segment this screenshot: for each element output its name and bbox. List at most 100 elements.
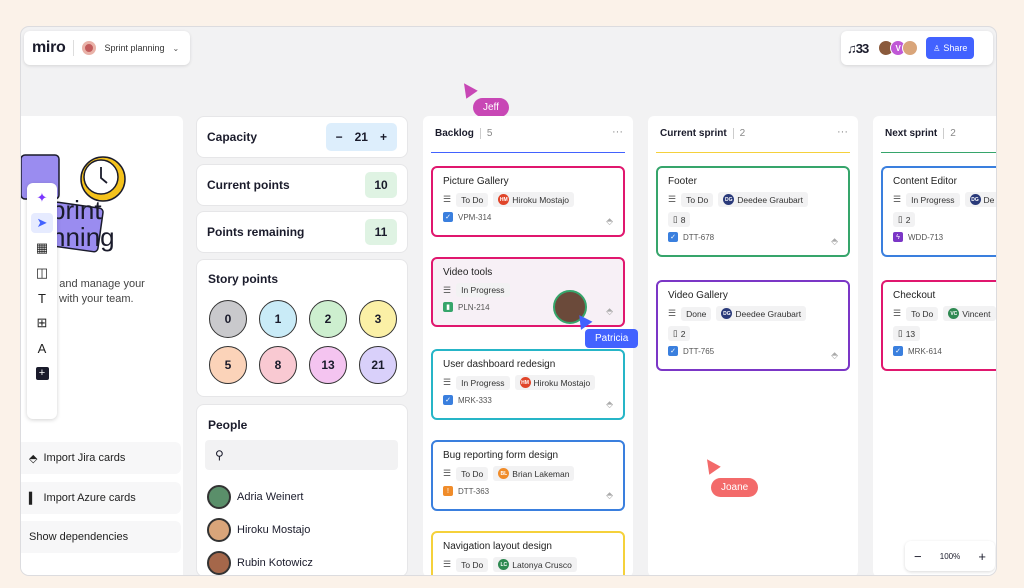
assignee-chip[interactable]: DG De — [964, 192, 996, 207]
card-content-editor[interactable]: Content Editor ☰ In Progress DG De ▯ 2 ϟ WD… — [881, 166, 996, 257]
story-point-chip[interactable]: 13 — [309, 346, 347, 384]
status-text: In Progress — [911, 194, 955, 205]
ellipsis-icon[interactable]: ··· — [612, 126, 623, 138]
assignee-chip[interactable]: LC Latonya Crusco — [493, 557, 577, 572]
pen-icon[interactable]: A — [31, 338, 53, 358]
title-line: print — [51, 195, 102, 225]
collaboration-bar: ♫33 V ♙ Share — [841, 31, 993, 65]
points-chip[interactable]: ▯ 13 — [893, 326, 921, 341]
card-footer[interactable]: Footer ☰ To Do DG Deedee Graubart ▯ 8 ✓ DTT… — [656, 166, 850, 257]
text-icon[interactable]: T — [31, 288, 53, 308]
card-icon: ▯ — [898, 328, 903, 338]
status-chip[interactable]: Done — [681, 306, 712, 321]
story-point-chip[interactable]: 1 — [259, 300, 297, 338]
card-id: DTT-765 — [683, 346, 715, 356]
story-point-chip[interactable]: 8 — [259, 346, 297, 384]
zoom-level[interactable]: 100% — [940, 552, 960, 561]
jira-icon: ⬘ — [29, 452, 38, 465]
story-points-label: Story points — [208, 272, 279, 286]
points-value: 8 — [680, 214, 686, 225]
status-text: Done — [686, 308, 707, 319]
avatar: HM — [519, 377, 531, 388]
increase-button[interactable]: + — [380, 130, 387, 144]
capacity-stepper[interactable]: − 21 + — [325, 123, 397, 151]
status-chip[interactable]: In Progress — [456, 375, 510, 390]
jira-icon: ⬘ — [606, 216, 613, 226]
shapes-icon[interactable]: ⊞ — [31, 313, 53, 333]
show-dependencies-button[interactable]: Show dependencies — [21, 521, 181, 553]
collaborator-avatars[interactable]: V — [878, 40, 919, 56]
column-title: Backlog — [435, 128, 474, 139]
status-text: To Do — [461, 559, 484, 570]
templates-icon[interactable]: ▦ — [31, 238, 53, 258]
sticky-note-icon[interactable]: ◫ — [31, 263, 53, 283]
card-icon: ▯ — [898, 214, 903, 224]
ai-sparkle-icon[interactable]: ✦ — [31, 188, 53, 208]
card-picture-gallery[interactable]: Picture Gallery ☰ To Do HM Hiroku Mostajo… — [431, 166, 625, 237]
person-item[interactable]: Rubin Kotowicz — [207, 551, 313, 575]
status-chip[interactable]: To Do — [456, 557, 489, 572]
status-chip[interactable]: To Do — [681, 192, 714, 207]
status-chip[interactable]: To Do — [906, 306, 939, 321]
assignee-name: Deedee Graubart — [737, 194, 803, 205]
points-remaining-label: Points remaining — [207, 225, 305, 239]
card-title: Checkout — [893, 290, 936, 301]
card-video-tools[interactable]: Video tools ☰ In Progress ▮ PLN-214 ⬘ — [431, 257, 625, 327]
status-text: To Do — [461, 194, 484, 205]
status-chip[interactable]: In Progress — [906, 192, 960, 207]
ellipsis-icon[interactable]: ··· — [837, 126, 848, 138]
status-chip[interactable]: To Do — [456, 192, 489, 207]
current-points-label: Current points — [207, 178, 290, 192]
card-bug-reporting[interactable]: Bug reporting form design ☰ To Do BL Bria… — [431, 440, 625, 511]
card-navigation-layout[interactable]: Navigation layout design ☰ To Do LC Laton… — [431, 531, 625, 575]
avatar: DG — [721, 308, 733, 319]
assignee-chip[interactable]: DG Deedee Graubart — [718, 192, 808, 207]
assignee-chip[interactable]: HM Hiroku Mostajo — [493, 192, 574, 207]
status-chip[interactable]: To Do — [456, 466, 489, 481]
status-text: In Progress — [461, 285, 505, 295]
card-video-gallery[interactable]: Video Gallery ☰ Done DG Deedee Graubart ▯… — [656, 280, 850, 371]
share-button[interactable]: ♙ Share — [926, 37, 975, 59]
avatar — [207, 551, 231, 575]
miro-board-window: miro Sprint planning ⌄ ♫33 V ♙ Share Jef… — [20, 26, 997, 576]
points-remaining-card: Points remaining 11 — [196, 211, 408, 253]
assignee-name: De — [983, 194, 995, 205]
assignee-chip[interactable]: BL Brian Lakeman — [493, 466, 575, 481]
people-search-input[interactable]: ⚲ — [205, 440, 398, 470]
story-point-chip[interactable]: 5 — [209, 346, 247, 384]
zoom-out-button[interactable]: − — [914, 549, 922, 564]
lines-icon: ☰ — [443, 468, 452, 478]
points-chip[interactable]: ▯ 2 — [668, 326, 691, 341]
description-line: with your team. — [59, 293, 134, 305]
assignee-chip[interactable]: HM Hiroku Mostajo — [514, 375, 596, 390]
import-azure-button[interactable]: ▍ Import Azure cards — [21, 482, 181, 514]
story-point-chip[interactable]: 0 — [209, 300, 247, 338]
points-chip[interactable]: ▯ 8 — [668, 212, 691, 227]
board-description: e, and manage your with your team. — [47, 277, 145, 307]
story-point-chip[interactable]: 3 — [359, 300, 397, 338]
chevron-down-icon[interactable]: ⌄ — [173, 44, 180, 53]
assignee-chip[interactable]: VC Vincent — [943, 306, 996, 321]
zoom-in-button[interactable]: + — [978, 549, 986, 564]
miro-logo[interactable]: miro — [32, 39, 66, 57]
status-chip[interactable]: In Progress — [456, 283, 510, 297]
person-item[interactable]: Adria Weinert — [207, 485, 303, 509]
add-more-icon[interactable]: + — [31, 363, 53, 383]
select-cursor-icon[interactable]: ➤ — [31, 213, 53, 233]
reactions-icon[interactable]: ♫33 — [847, 41, 869, 56]
points-value: 13 — [905, 328, 916, 339]
card-user-dashboard[interactable]: User dashboard redesign ☰ In Progress HM… — [431, 349, 625, 420]
decrease-button[interactable]: − — [336, 130, 343, 144]
assignee-chip[interactable]: DG Deedee Graubart — [716, 306, 807, 321]
story-point-chip[interactable]: 21 — [359, 346, 397, 384]
import-jira-button[interactable]: ⬘ Import Jira cards — [21, 442, 181, 474]
checkbox-icon: ✓ — [668, 232, 678, 242]
person-name: Hiroku Mostajo — [237, 524, 311, 536]
column-divider — [881, 152, 996, 153]
card-checkout[interactable]: Checkout ☰ To Do VC Vincent ▯ 13 ✓ MRK-614 — [881, 280, 996, 371]
person-item[interactable]: Hiroku Mostajo — [207, 518, 310, 542]
card-title: Content Editor — [893, 176, 957, 187]
board-name[interactable]: Sprint planning — [104, 43, 164, 53]
points-chip[interactable]: ▯ 2 — [893, 212, 916, 227]
story-point-chip[interactable]: 2 — [309, 300, 347, 338]
